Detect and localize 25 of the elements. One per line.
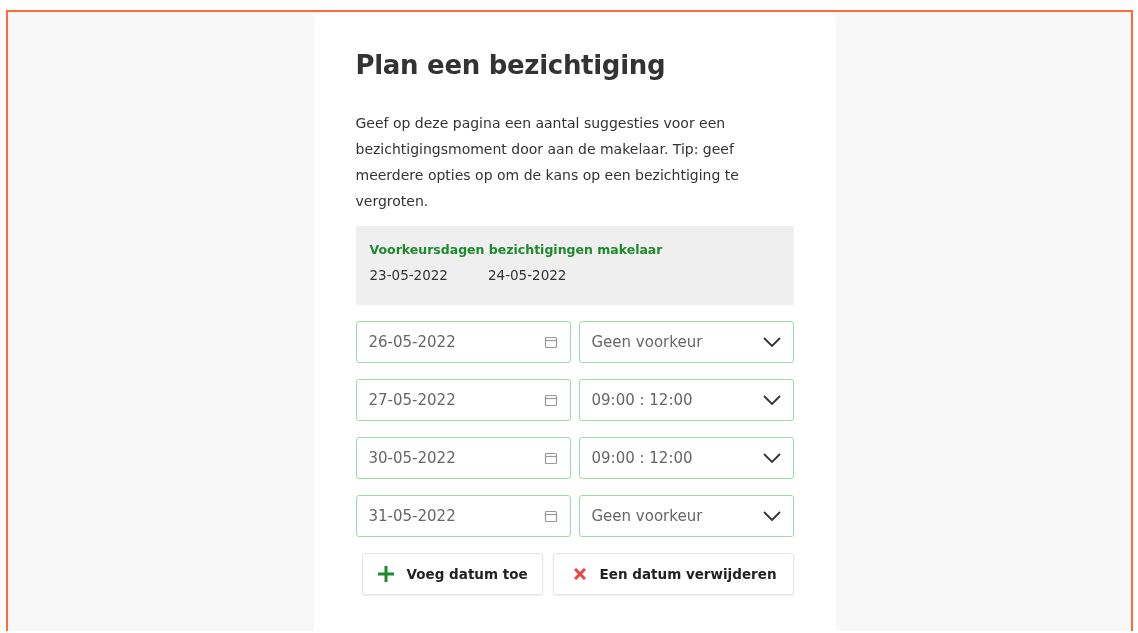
chevron-down-icon (762, 395, 781, 405)
preferred-date: 24-05-2022 (487, 267, 567, 283)
chevron-down-icon (762, 453, 781, 463)
cross-icon (573, 568, 586, 580)
preferred-date: 23-05-2022 (369, 267, 448, 283)
remove-date-button[interactable]: Een datum verwijderen (552, 553, 794, 595)
calendar-icon (543, 451, 558, 465)
calendar-icon (543, 335, 558, 349)
preferred-days-heading: Voorkeursdagen bezichtigingen makelaar (369, 242, 664, 257)
chevron-down-icon (762, 337, 781, 347)
chevron-down-icon (762, 511, 781, 521)
date-field[interactable]: 26-05-2022 (355, 321, 571, 363)
calendar-icon (543, 509, 558, 523)
time-select[interactable]: Geen voorkeur (578, 321, 794, 363)
time-select[interactable]: 09:00 : 12:00 (578, 437, 794, 479)
calendar-icon (543, 393, 558, 407)
date-field[interactable]: 27-05-2022 (355, 379, 571, 421)
add-date-button[interactable]: Voeg datum toe (361, 553, 543, 595)
time-select[interactable]: Geen voorkeur (578, 495, 794, 537)
page-title: Plan een bezichtiging (355, 50, 667, 80)
date-field[interactable]: 31-05-2022 (355, 495, 571, 537)
plus-icon (376, 565, 395, 583)
intro-text: Geef op deze pagina een aantal suggesties voor een bezichtigingsmoment door aan de makelaar. Tip: geef meerdere opties op om de kans op een bezichtiging te vergroten. (355, 114, 740, 211)
date-field[interactable]: 30-05-2022 (355, 437, 571, 479)
time-select[interactable]: 09:00 : 12:00 (578, 379, 794, 421)
